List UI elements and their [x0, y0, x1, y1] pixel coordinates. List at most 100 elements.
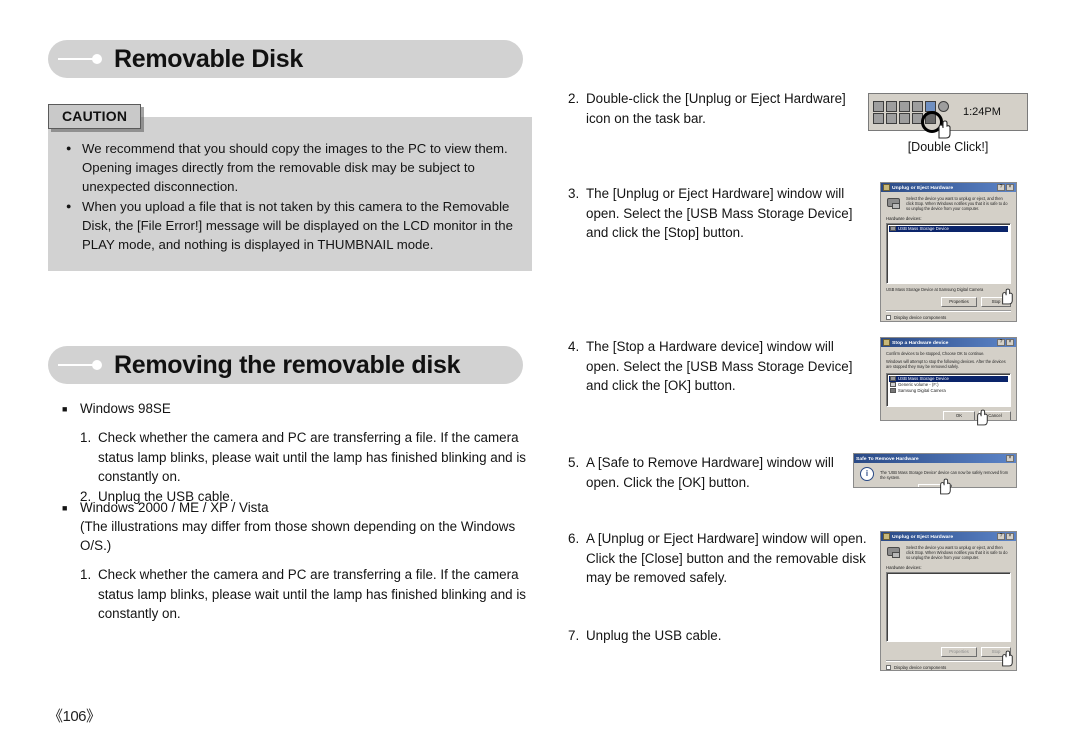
highlight-circle-icon: [921, 111, 943, 133]
step-number: 3.: [568, 186, 580, 201]
step-text: A [Unplug or Eject Hardware] window will…: [586, 531, 867, 585]
section-title: Removing the removable disk: [114, 350, 461, 379]
stop-devices-listbox[interactable]: USB Mass Storage Device Generic volume -…: [886, 372, 1011, 407]
cancel-button[interactable]: Cancel: [979, 410, 1011, 420]
ok-button[interactable]: OK: [943, 410, 975, 420]
dialog-icon: [883, 533, 890, 540]
right-step-3: 3. The [Unplug or Eject Hardware] window…: [568, 184, 868, 243]
dialog-body: Confirm devices to be stopped, Choose OK…: [881, 347, 1016, 420]
titlebar-buttons: ? ×: [997, 533, 1014, 540]
figure-taskbar-tray: 1:24PM: [868, 93, 1028, 131]
dialog-button-row: Properties Stop: [886, 646, 1011, 657]
display-components-checkbox[interactable]: Display device components: [886, 315, 1011, 321]
dialog-title: Unplug or Eject Hardware: [892, 533, 954, 540]
section-heading-removing-disk: Removing the removable disk: [48, 346, 523, 384]
list-item[interactable]: USB Mass Storage Device: [889, 225, 1008, 232]
display-components-checkbox[interactable]: Display device components: [886, 665, 1011, 670]
page-title: Removable Disk: [114, 44, 303, 73]
printer-icon[interactable]: [899, 112, 910, 124]
dialog-icon: [883, 184, 890, 191]
dialog-titlebar: Safe To Remove Hardware ×: [854, 454, 1016, 463]
caution-item: We recommend that you should copy the im…: [64, 138, 516, 196]
display-icon[interactable]: [873, 112, 884, 124]
help-button[interactable]: ?: [997, 339, 1005, 346]
info-icon: i: [860, 467, 874, 481]
step-number: 4.: [568, 339, 580, 354]
caution-box: We recommend that you should copy the im…: [48, 104, 532, 271]
titlebar-buttons: ×: [1006, 455, 1014, 462]
list-item-label: USB Mass Storage Device: [898, 225, 949, 231]
os-98se-step: 1. Check whether the camera and PC are t…: [80, 428, 548, 487]
caution-item: When you upload a file that is not taken…: [64, 196, 516, 254]
hardware-devices-listbox[interactable]: [886, 571, 1011, 642]
left-column: Removable Disk We recommend that you sho…: [48, 0, 538, 746]
close-button[interactable]: ×: [1006, 533, 1014, 540]
dialog-titlebar: Unplug or Eject Hardware ? ×: [881, 532, 1016, 541]
step-number: 2.: [568, 91, 580, 106]
ok-button[interactable]: OK: [918, 484, 952, 487]
titlebar-buttons: ? ×: [997, 184, 1014, 191]
pill-marker-icon: [58, 360, 102, 370]
power-icon[interactable]: [899, 100, 910, 112]
dialog-blurb: Select the device you want to unplug or …: [886, 196, 1011, 212]
dialog-title: Safe To Remove Hardware: [856, 455, 919, 462]
divider: [886, 309, 1011, 312]
caution-list: We recommend that you should copy the im…: [64, 138, 516, 254]
dialog-body: Select the device you want to unplug or …: [881, 192, 1016, 321]
usb-device-icon: [890, 226, 896, 232]
os-modern-heading: Windows 2000 / ME / XP / Vista: [62, 498, 542, 518]
help-button[interactable]: ?: [997, 184, 1005, 191]
hardware-icon: [886, 196, 902, 210]
notify-icon[interactable]: [938, 100, 949, 112]
list-item-label: Samsung Digital Camera: [898, 387, 946, 393]
dialog-button-row: Properties Stop: [886, 296, 1011, 307]
step-number: 6.: [568, 531, 580, 546]
usb-device-icon: [890, 376, 896, 382]
close-button[interactable]: ×: [1006, 339, 1014, 346]
network-icon[interactable]: [886, 100, 897, 112]
tray-row-top: [873, 100, 949, 112]
close-button[interactable]: ×: [1006, 455, 1014, 462]
close-button[interactable]: ×: [1006, 184, 1014, 191]
right-step-4: 4. The [Stop a Hardware device] window w…: [568, 337, 868, 396]
dialog-icon: [883, 339, 890, 346]
properties-button[interactable]: Properties: [941, 296, 977, 307]
right-step-7: 7. Unplug the USB cable.: [568, 626, 868, 646]
step-number: 5.: [568, 455, 580, 470]
dialog-body: Select the device you want to unplug or …: [881, 541, 1016, 670]
confirm-line-2: Windows will attempt to stop the followi…: [886, 359, 1006, 370]
list-item[interactable]: Samsung Digital Camera: [889, 388, 1008, 394]
step-text: Check whether the camera and PC are tran…: [98, 567, 526, 621]
caution-tag: CAUTION: [48, 104, 142, 129]
stop-button: Stop: [981, 646, 1011, 657]
step-number: 1.: [80, 430, 92, 445]
dialog-titlebar: Stop a Hardware device ? ×: [881, 338, 1016, 347]
right-step-2: 2. Double-click the [Unplug or Eject Har…: [568, 89, 868, 128]
hardware-devices-listbox[interactable]: USB Mass Storage Device: [886, 222, 1011, 284]
step-text: Double-click the [Unplug or Eject Hardwa…: [586, 91, 846, 126]
hardware-devices-label: Hardware devices:: [886, 564, 922, 570]
dialog-body: i The 'USB Mass Storage Device' device c…: [854, 463, 1016, 487]
figure-unplug-eject-hardware-dialog: Unplug or Eject Hardware ? × Select the …: [880, 182, 1017, 322]
page-number: 《106》: [48, 708, 101, 725]
right-step-6: 6. A [Unplug or Eject Hardware] window w…: [568, 529, 868, 588]
dialog-titlebar: Unplug or Eject Hardware ? ×: [881, 183, 1016, 192]
step-text: The [Unplug or Eject Hardware] window wi…: [586, 186, 853, 240]
monitor-icon[interactable]: [886, 112, 897, 124]
right-step-5: 5. A [Safe to Remove Hardware] window wi…: [568, 453, 868, 492]
hardware-devices-label: Hardware devices:: [886, 215, 922, 221]
volume-icon[interactable]: [873, 100, 884, 112]
step-text: Check whether the camera and PC are tran…: [98, 430, 526, 484]
checkbox-label: Display device components: [894, 314, 947, 320]
messenger-icon[interactable]: [912, 100, 923, 112]
hardware-icon: [886, 545, 902, 559]
step-text: The [Stop a Hardware device] window will…: [586, 339, 853, 393]
help-button[interactable]: ?: [997, 533, 1005, 540]
stop-button[interactable]: Stop: [981, 296, 1011, 307]
section-heading-removable-disk: Removable Disk: [48, 40, 523, 78]
antivirus-icon[interactable]: [925, 100, 936, 112]
os-modern-block: Windows 2000 / ME / XP / Vista (The illu…: [62, 498, 542, 624]
camera-icon: [890, 388, 896, 394]
volume-icon: [890, 382, 896, 388]
dialog-blurb: Select the device you want to unplug or …: [886, 545, 1011, 561]
